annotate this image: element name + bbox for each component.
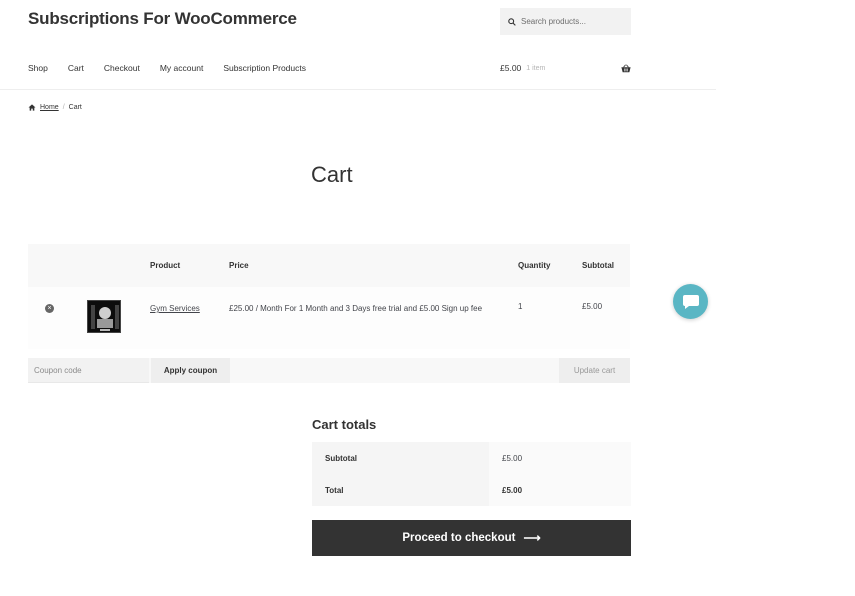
column-header-price: Price <box>229 261 249 270</box>
checkout-button-label: Proceed to checkout <box>402 532 516 544</box>
basket-icon <box>621 63 631 72</box>
cart-actions: Apply coupon Update cart <box>28 358 630 383</box>
product-name-link[interactable]: Gym Services <box>150 304 200 313</box>
breadcrumb: Home / Cart <box>28 104 82 111</box>
update-cart-button[interactable]: Update cart <box>559 358 630 383</box>
search-icon <box>508 17 516 26</box>
primary-navigation: Shop Cart Checkout My account Subscripti… <box>28 63 306 73</box>
proceed-to-checkout-button[interactable]: Proceed to checkout ⟶ <box>312 520 631 556</box>
page-title: Cart <box>311 162 353 187</box>
remove-item-icon[interactable]: × <box>45 304 54 313</box>
totals-row-total: Total £5.00 <box>312 474 631 506</box>
cart-table: Product Price Quantity Subtotal × Gym Se… <box>28 244 630 349</box>
product-subtotal: £5.00 <box>582 302 603 311</box>
breadcrumb-home-link[interactable]: Home <box>40 104 59 111</box>
chat-icon <box>682 294 699 309</box>
cart-totals-title: Cart totals <box>312 417 377 432</box>
nav-item-subscription-products[interactable]: Subscription Products <box>223 63 306 73</box>
mini-cart-amount: £5.00 <box>500 63 522 73</box>
site-title[interactable]: Subscriptions For WooCommerce <box>28 9 297 29</box>
mini-cart-count: 1 item <box>526 64 546 72</box>
column-header-subtotal: Subtotal <box>582 261 614 270</box>
nav-item-cart[interactable]: Cart <box>68 63 84 73</box>
nav-item-my-account[interactable]: My account <box>160 63 203 73</box>
product-quantity[interactable]: 1 <box>518 302 522 311</box>
totals-subtotal-label: Subtotal <box>312 442 489 474</box>
table-row: × Gym Services £25.00 / Month For 1 Mont… <box>28 287 630 349</box>
product-name: Gym Services <box>150 302 210 316</box>
arrow-right-icon: ⟶ <box>523 531 541 545</box>
home-icon <box>28 104 36 111</box>
totals-total-value: £5.00 <box>489 474 631 506</box>
nav-item-shop[interactable]: Shop <box>28 63 48 73</box>
cart-totals-table: Subtotal £5.00 Total £5.00 <box>312 442 631 506</box>
column-header-quantity: Quantity <box>518 261 551 270</box>
totals-total-label: Total <box>312 474 489 506</box>
search-input[interactable] <box>521 17 626 26</box>
product-thumbnail[interactable] <box>87 300 121 333</box>
column-header-product: Product <box>150 261 181 270</box>
product-price: £25.00 / Month For 1 Month and 3 Days fr… <box>229 304 483 313</box>
coupon-code-input[interactable] <box>28 358 149 383</box>
nav-item-checkout[interactable]: Checkout <box>104 63 140 73</box>
chat-button[interactable] <box>673 284 708 319</box>
cart-table-header: Product Price Quantity Subtotal <box>28 244 630 287</box>
breadcrumb-current: Cart <box>68 104 82 111</box>
totals-subtotal-value: £5.00 <box>489 442 631 474</box>
totals-row-subtotal: Subtotal £5.00 <box>312 442 631 474</box>
breadcrumb-separator: / <box>62 104 65 111</box>
mini-cart[interactable]: £5.00 1 item <box>500 63 631 73</box>
apply-coupon-button[interactable]: Apply coupon <box>151 358 230 383</box>
search-box[interactable] <box>500 8 631 35</box>
header-divider <box>0 89 716 90</box>
